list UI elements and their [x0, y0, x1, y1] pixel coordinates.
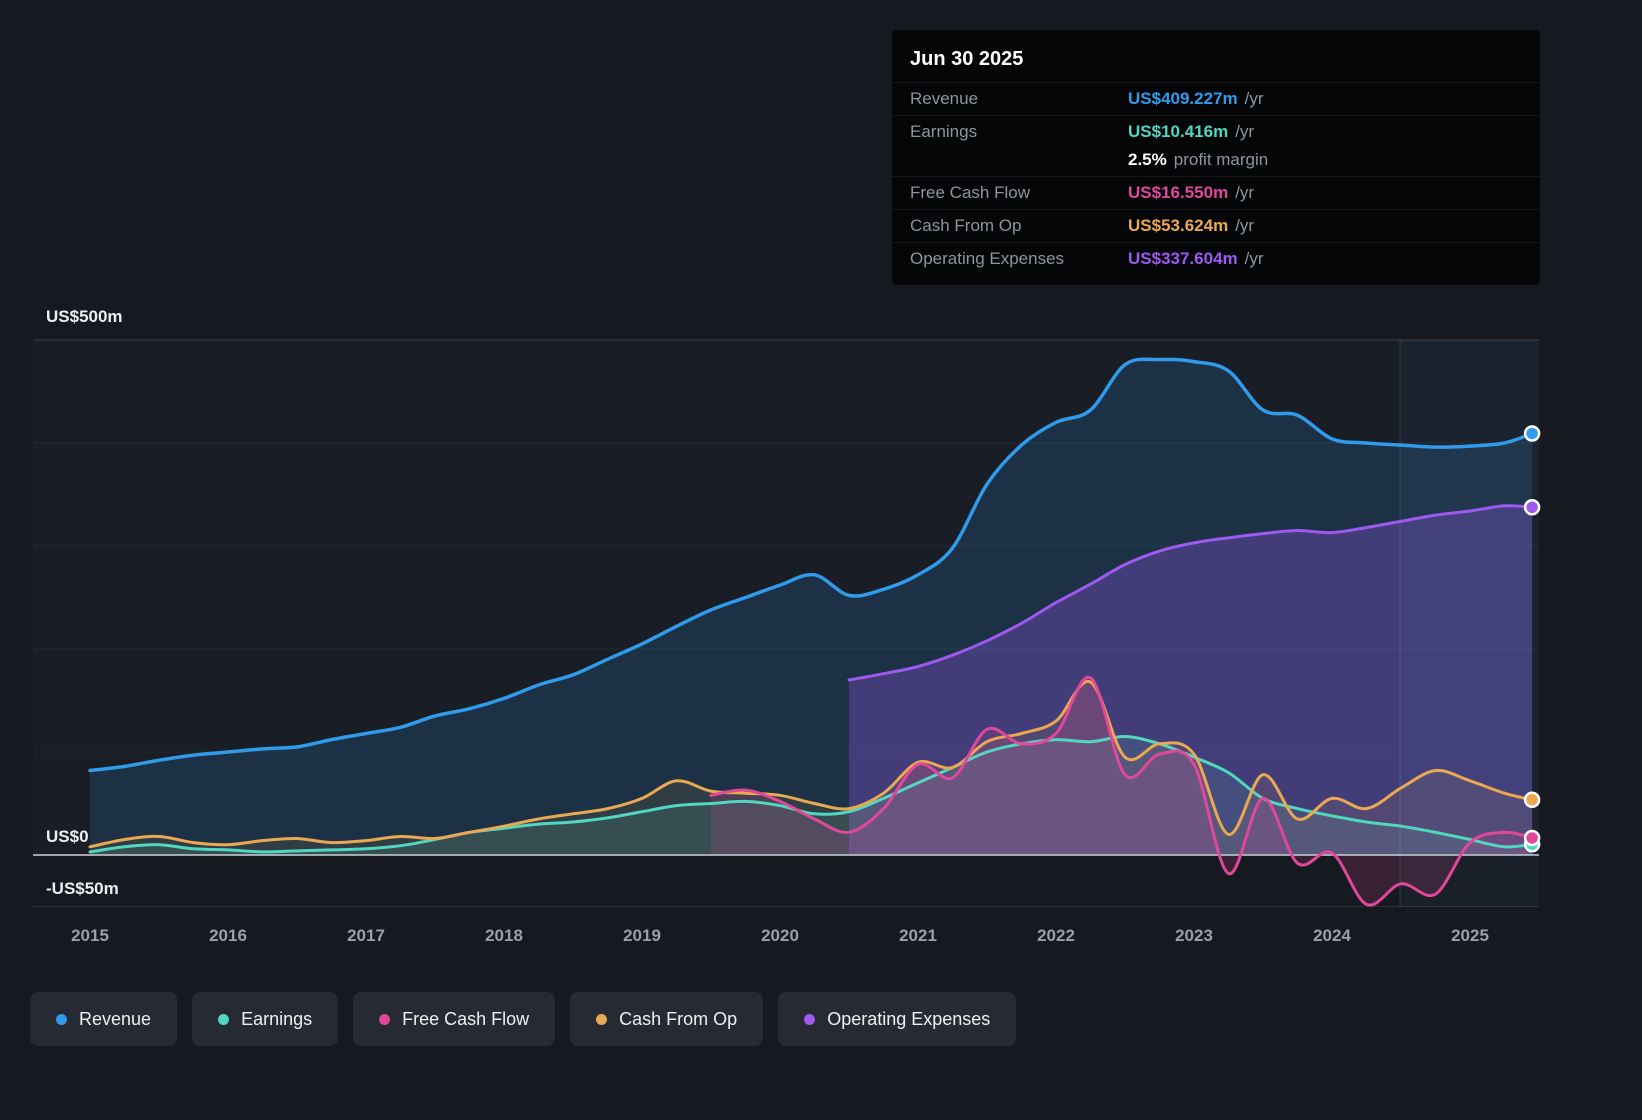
- x-axis-label-2025: 2025: [1451, 926, 1489, 945]
- x-axis-label-2019: 2019: [623, 926, 661, 945]
- tooltip-value: US$337.604m/yr: [1128, 249, 1264, 268]
- data-tooltip: Jun 30 2025 Revenue US$409.227m/yr Earni…: [892, 30, 1540, 285]
- tooltip-row-cash-from-op: Cash From Op US$53.624m/yr: [892, 209, 1540, 242]
- y-axis-label-neg50m: -US$50m: [46, 879, 119, 898]
- latest-period-highlight: [1400, 340, 1539, 907]
- operating_expenses-end-dot: [1523, 499, 1541, 516]
- legend-label: Earnings: [241, 1008, 313, 1029]
- legend-item-operating-expenses[interactable]: Operating Expenses: [778, 992, 1017, 1046]
- tooltip-label: Free Cash Flow: [910, 183, 1030, 202]
- tooltip-value: US$10.416m/yr: [1128, 122, 1255, 141]
- free-cash-flow-dot-icon: [379, 1013, 391, 1025]
- tooltip-value: US$16.550m/yr: [1128, 183, 1255, 202]
- legend: Revenue Earnings Free Cash Flow Cash Fro…: [30, 992, 1017, 1046]
- x-axis-label-2018: 2018: [485, 926, 523, 945]
- operating-expenses-dot-icon: [804, 1013, 816, 1025]
- x-axis-label-2021: 2021: [899, 926, 937, 945]
- tooltip-label: Revenue: [910, 89, 979, 108]
- x-axis-label-2022: 2022: [1037, 926, 1075, 945]
- tooltip-row-operating-expenses: Operating Expenses US$337.604m/yr: [892, 242, 1540, 275]
- legend-label: Cash From Op: [619, 1008, 738, 1029]
- legend-label: Revenue: [79, 1008, 152, 1029]
- tooltip-row-profit-margin: 2.5% profit margin: [892, 148, 1540, 176]
- tooltip-value: US$409.227m/yr: [1128, 89, 1264, 108]
- x-axis-label-2016: 2016: [209, 926, 247, 945]
- revenue-end-dot: [1523, 425, 1541, 442]
- x-axis-label-2020: 2020: [761, 926, 799, 945]
- cash-from-op-dot-icon: [596, 1013, 608, 1025]
- tooltip-value: 2.5% profit margin: [1128, 150, 1269, 169]
- x-axis-label-2015: 2015: [71, 926, 109, 945]
- legend-label: Operating Expenses: [827, 1008, 991, 1029]
- y-axis-label-zero: US$0: [46, 827, 89, 846]
- revenue-dot-icon: [56, 1013, 67, 1025]
- x-axis-label-2023: 2023: [1175, 926, 1213, 945]
- financials-chart-page: US$500m US$0 -US$50m 2015 2016 2017 2018…: [0, 0, 1642, 1120]
- tooltip-date: Jun 30 2025: [910, 48, 1024, 70]
- tooltip-row-earnings: Earnings US$10.416m/yr: [892, 115, 1540, 148]
- earnings-dot-icon: [218, 1013, 230, 1025]
- legend-item-cash-from-op[interactable]: Cash From Op: [570, 992, 764, 1046]
- free_cash_flow-end-dot: [1523, 829, 1541, 847]
- legend-label: Free Cash Flow: [402, 1008, 530, 1029]
- tooltip-label: Operating Expenses: [910, 249, 1065, 268]
- tooltip-label: Cash From Op: [910, 216, 1022, 235]
- x-axis-label-2017: 2017: [347, 926, 385, 945]
- x-axis-label-2024: 2024: [1313, 926, 1351, 945]
- tooltip-row-free-cash-flow: Free Cash Flow US$16.550m/yr: [892, 176, 1540, 209]
- tooltip-value: US$53.624m/yr: [1128, 216, 1255, 235]
- tooltip-row-revenue: Revenue US$409.227m/yr: [892, 82, 1540, 115]
- y-axis-label-500m: US$500m: [46, 307, 123, 326]
- legend-item-free-cash-flow[interactable]: Free Cash Flow: [353, 992, 556, 1046]
- legend-item-revenue[interactable]: Revenue: [30, 992, 178, 1046]
- cash_from_op-end-dot: [1523, 791, 1541, 809]
- legend-item-earnings[interactable]: Earnings: [192, 992, 339, 1046]
- tooltip-label: Earnings: [910, 122, 978, 141]
